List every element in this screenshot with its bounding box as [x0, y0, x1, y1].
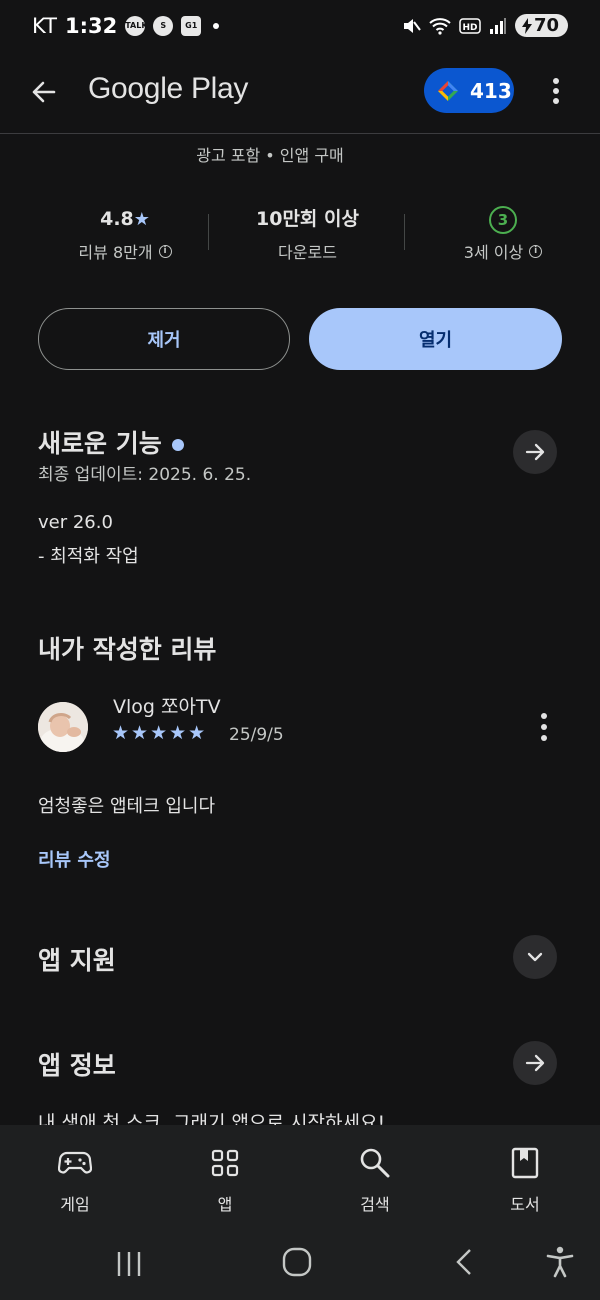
nav-search-label: 검색: [360, 1195, 390, 1214]
downloads-label: 다운로드: [278, 243, 337, 262]
notification-dot-icon: [213, 23, 220, 29]
charging-icon: [521, 17, 532, 34]
play-points-button[interactable]: 413: [424, 68, 514, 113]
stat-divider: [208, 214, 209, 250]
gamepad-icon: [58, 1151, 92, 1174]
whats-new-heading[interactable]: 새로운 기능: [38, 424, 184, 460]
more-vert-icon: [541, 713, 547, 741]
store-title: Google Play: [88, 72, 249, 105]
back-arrow-icon: [32, 81, 56, 103]
status-bar: KT 1:32 TALK S G1 HD 70: [0, 0, 600, 58]
avatar: [38, 702, 88, 752]
g1-icon: G1: [181, 16, 202, 36]
star-icon: ★: [133, 209, 150, 230]
home-button[interactable]: [280, 1245, 314, 1283]
clock: 1:32: [64, 14, 118, 38]
uninstall-button[interactable]: 제거: [38, 308, 290, 370]
talk-icon: TALK: [125, 16, 148, 36]
nav-search[interactable]: 검색: [300, 1125, 450, 1215]
back-chevron-icon: [456, 1249, 471, 1275]
home-icon: [282, 1247, 312, 1277]
back-button[interactable]: [24, 72, 64, 112]
carrier-label: KT: [32, 14, 57, 38]
review-more-button[interactable]: [530, 710, 558, 744]
age-rating-stat[interactable]: 3 3세 이상 i: [418, 205, 588, 263]
app-support-expand-button[interactable]: [513, 935, 557, 979]
open-button[interactable]: 열기: [309, 308, 562, 370]
nav-games-label: 게임: [60, 1195, 90, 1214]
stat-divider: [404, 214, 405, 250]
rating-value: 4.8: [100, 208, 134, 230]
back-nav-button[interactable]: [450, 1247, 480, 1281]
whats-new-arrow-button[interactable]: [513, 430, 557, 474]
battery-level: 70: [533, 15, 559, 36]
update-note: - 최적화 작업: [38, 546, 139, 567]
accessibility-icon: [546, 1246, 574, 1278]
book-icon: [511, 1147, 539, 1179]
new-indicator-dot: [171, 439, 184, 451]
my-review-title: 내가 작성한 리뷰: [38, 635, 217, 664]
system-navigation-bar: [0, 1235, 600, 1300]
svg-text:HD: HD: [462, 23, 477, 33]
app-support-title[interactable]: 앱 지원: [38, 941, 116, 977]
whats-new-title: 새로운 기능: [38, 429, 162, 458]
nav-apps[interactable]: 앱: [150, 1125, 300, 1215]
age-rating-label: 3세 이상: [463, 243, 524, 262]
app-bar: Google Play 413: [0, 60, 600, 134]
about-app-title[interactable]: 앱 정보: [38, 1046, 116, 1082]
battery-indicator: 70: [514, 14, 568, 37]
recents-icon: [117, 1252, 141, 1276]
rating-label: 리뷰 8만개: [78, 243, 153, 262]
info-icon: i: [529, 244, 543, 258]
mute-icon: [403, 18, 421, 33]
nav-books-label: 도서: [510, 1195, 540, 1214]
downloads-value: 10만회 이상: [256, 208, 359, 230]
accessibility-button[interactable]: [544, 1245, 576, 1283]
nav-apps-label: 앱: [217, 1195, 233, 1214]
review-date: 25/9/5: [229, 725, 284, 745]
apps-grid-icon: [211, 1149, 239, 1177]
wifi-icon: [429, 17, 451, 35]
nav-games[interactable]: 게임: [0, 1125, 150, 1215]
review-text: 엄청좋은 앱테크 입니다: [38, 796, 216, 817]
last-updated: 최종 업데이트: 2025. 6. 25.: [38, 465, 252, 485]
version-text: ver 26.0: [38, 512, 113, 533]
age-rating-badge: 3: [489, 206, 517, 234]
bottom-navigation: 게임 앱 검색 도서: [0, 1125, 600, 1235]
signal-icon: [489, 17, 506, 34]
play-points-count: 413: [470, 78, 512, 103]
reviewer-name: Vlog 쪼아TV: [113, 696, 221, 718]
edit-review-link[interactable]: 리뷰 수정: [38, 846, 111, 872]
about-arrow-button[interactable]: [513, 1041, 557, 1085]
arrow-forward-icon: [525, 443, 545, 461]
swirl-icon: S: [153, 16, 174, 36]
info-icon: i: [158, 244, 172, 258]
nav-books[interactable]: 도서: [450, 1125, 600, 1215]
baby-photo-icon: [38, 702, 88, 752]
hd-icon: HD: [459, 17, 481, 34]
recents-button[interactable]: [112, 1249, 146, 1283]
play-points-icon: [438, 80, 458, 101]
more-options-button[interactable]: [540, 74, 572, 108]
arrow-forward-icon: [525, 1054, 545, 1072]
chevron-down-icon: [527, 952, 543, 962]
more-vert-icon: [553, 78, 559, 104]
review-stars: ★★★★★: [112, 722, 208, 744]
search-icon: [360, 1148, 390, 1178]
app-meta: 광고 포함 • 인앱 구매: [196, 146, 344, 165]
rating-stat[interactable]: 4.8★ 리뷰 8만개 i: [40, 205, 210, 263]
downloads-stat: 10만회 이상 다운로드: [215, 205, 400, 263]
